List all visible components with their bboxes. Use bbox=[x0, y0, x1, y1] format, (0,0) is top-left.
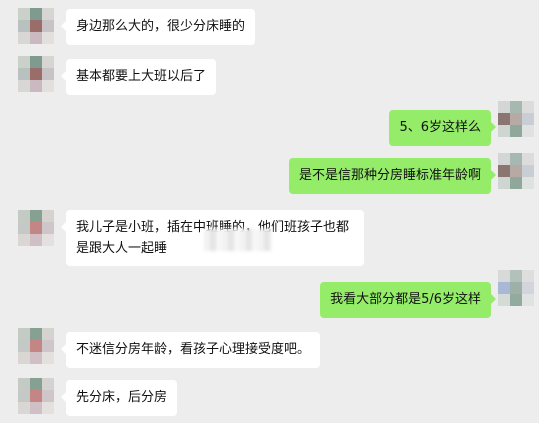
message-bubble-sent[interactable]: 5、6岁这样么 bbox=[389, 110, 496, 146]
message-bubble-received[interactable]: 基本都要上大班以后了 bbox=[60, 59, 217, 95]
contact-avatar[interactable] bbox=[18, 210, 54, 246]
self-avatar[interactable] bbox=[498, 270, 534, 306]
chat-message-list[interactable]: 身边那么大的，很少分床睡的 基本都要上大班以后了 5、6岁这样么 是不是信那种分… bbox=[0, 0, 539, 423]
contact-avatar[interactable] bbox=[18, 8, 54, 44]
message-bubble-received[interactable]: 身边那么大的，很少分床睡的 bbox=[60, 9, 256, 45]
message-bubble-sent[interactable]: 是不是信那种分房睡标准年龄啊 bbox=[288, 158, 497, 194]
contact-avatar[interactable] bbox=[18, 378, 54, 414]
redacted-content bbox=[204, 229, 272, 251]
self-avatar[interactable] bbox=[498, 153, 534, 189]
message-bubble-sent[interactable]: 我看大部分都是5/6岁这样 bbox=[320, 282, 496, 318]
contact-avatar[interactable] bbox=[18, 328, 54, 364]
self-avatar[interactable] bbox=[498, 101, 534, 137]
message-bubble-received[interactable]: 不迷信分房年龄，看孩子心理接受度吧。 bbox=[60, 332, 321, 368]
message-bubble-received[interactable]: 先分床，后分房 bbox=[60, 380, 178, 416]
contact-avatar[interactable] bbox=[18, 56, 54, 92]
